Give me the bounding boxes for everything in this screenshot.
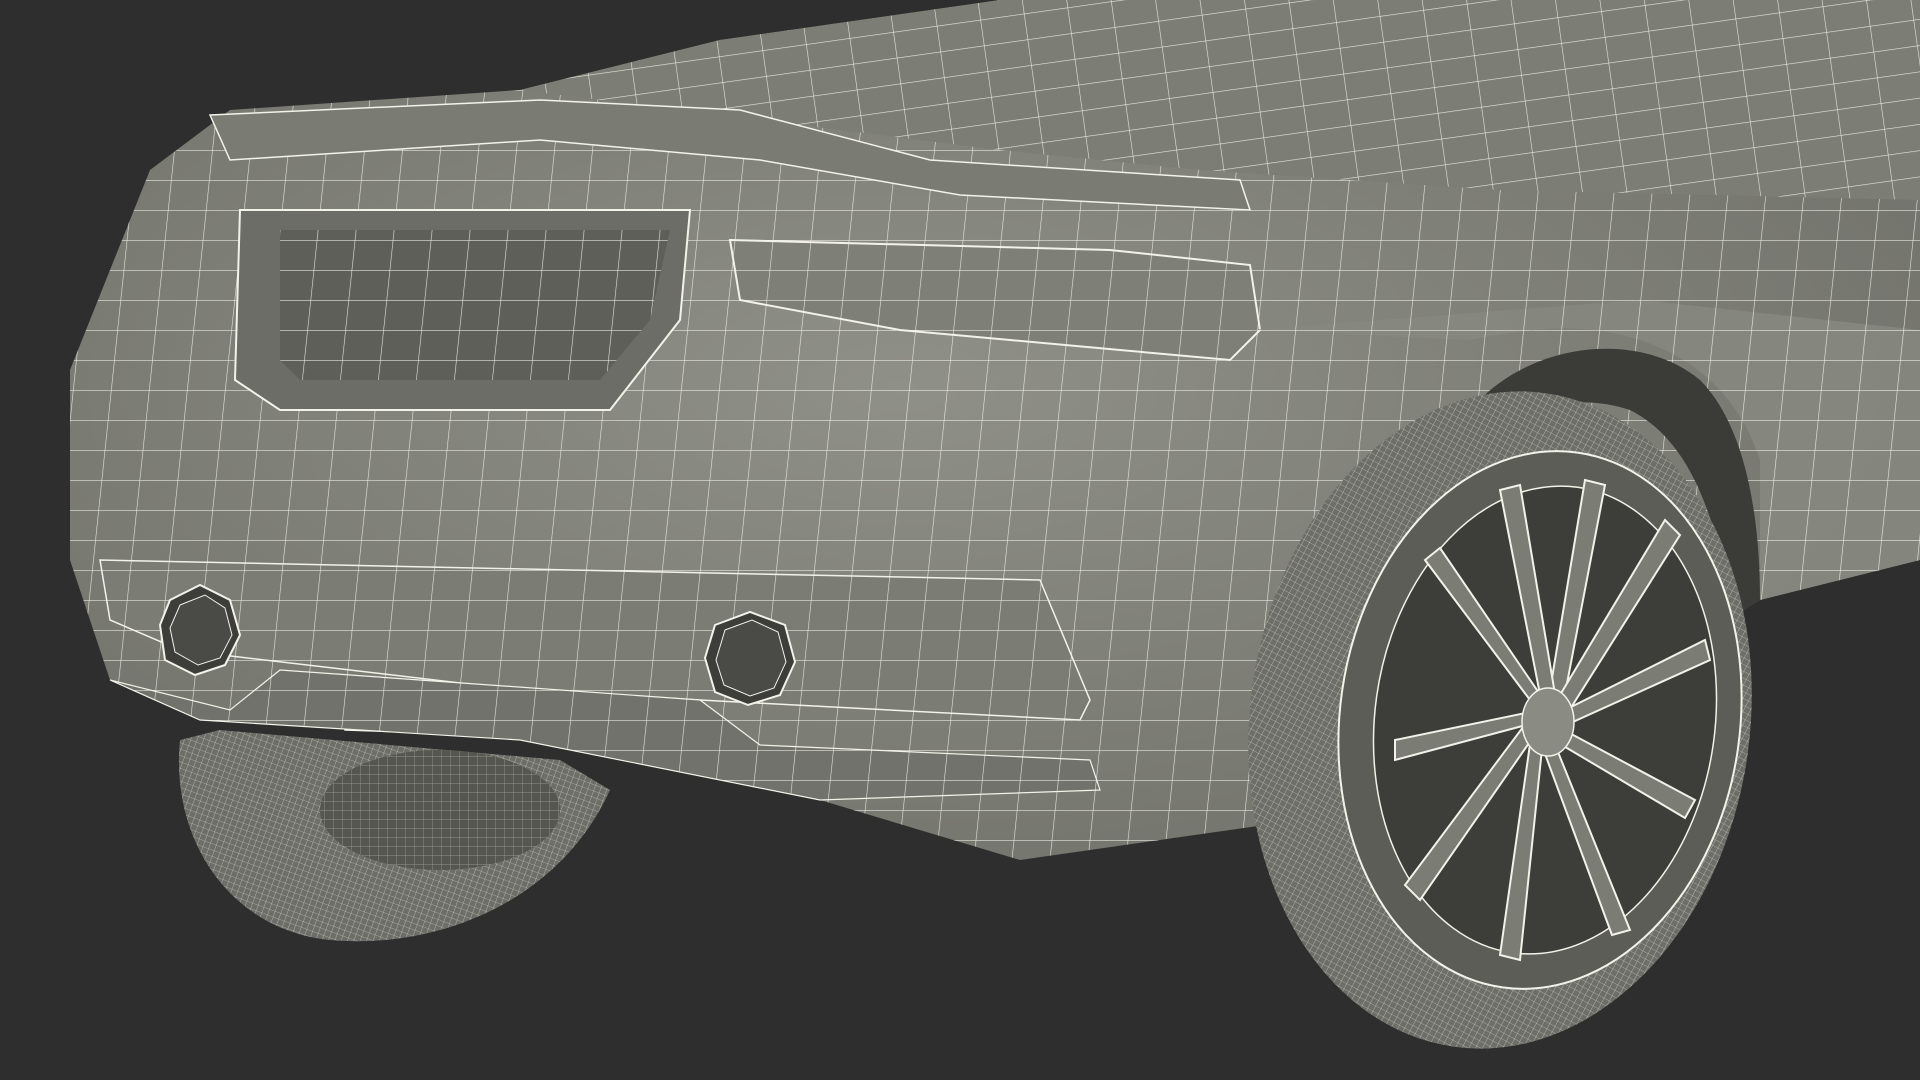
render-viewport (0, 0, 1920, 1080)
license-plate-recess (233, 209, 692, 411)
exhaust-right (703, 610, 797, 707)
wireframe-render (0, 0, 1920, 1080)
